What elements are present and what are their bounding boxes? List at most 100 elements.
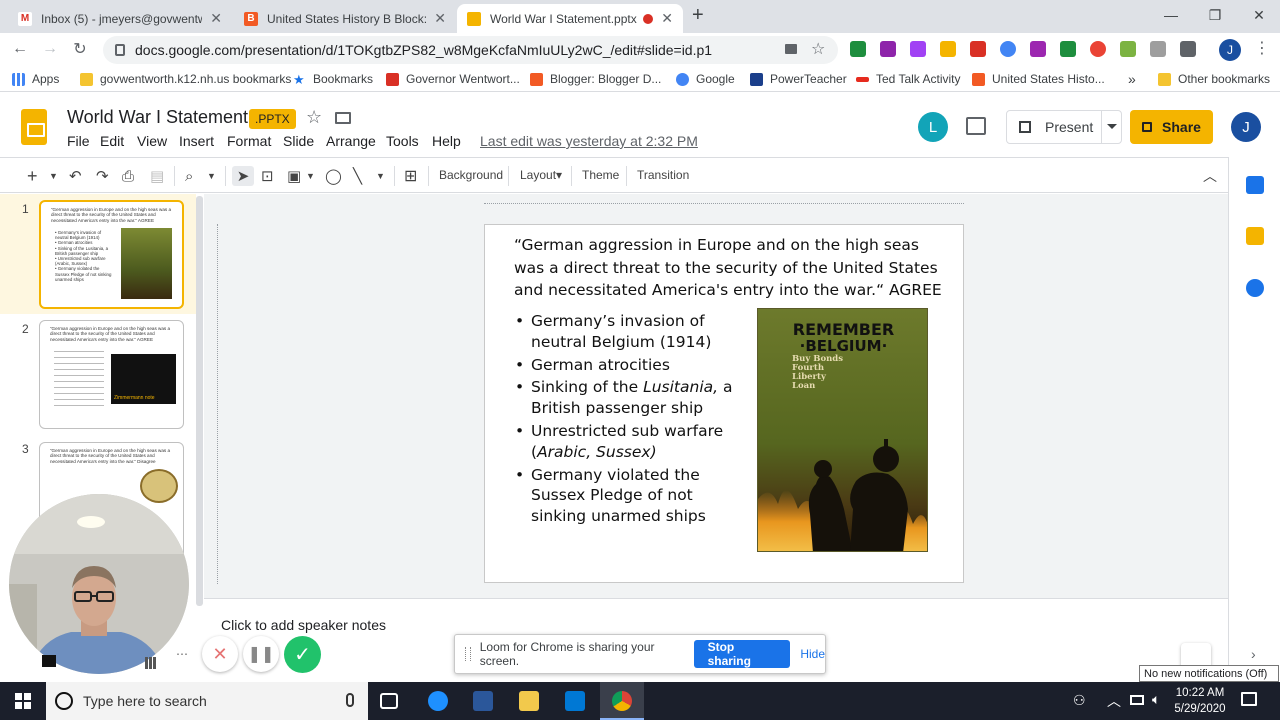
shape-icon[interactable]: ◯: [325, 166, 342, 186]
reload-icon[interactable]: ↻: [70, 39, 90, 59]
image-icon[interactable]: ▣: [287, 166, 301, 186]
microphone-icon[interactable]: [346, 693, 354, 707]
bookmarks-overflow-button[interactable]: »: [1128, 70, 1136, 88]
remember-belgium-poster[interactable]: REMEMBER ·BELGIUM· Buy Bonds Fourth Libe…: [757, 308, 928, 552]
menu-file[interactable]: File: [67, 133, 90, 149]
extension-icon[interactable]: [1000, 41, 1016, 57]
menu-format[interactable]: Format: [227, 133, 271, 149]
extension-icon[interactable]: [1030, 41, 1046, 57]
browser-menu-icon[interactable]: ⋮: [1254, 38, 1270, 58]
account-avatar[interactable]: J: [1231, 112, 1261, 142]
present-button[interactable]: Present: [1006, 110, 1122, 144]
layout-button[interactable]: Layout▾: [520, 168, 562, 182]
taskbar-clock[interactable]: 10:22 AM 5/29/2020: [1168, 685, 1232, 717]
bookmark-item[interactable]: Governor Wentwort...: [386, 70, 520, 88]
document-title[interactable]: World War I Statement: [67, 107, 248, 128]
pause-recording-icon[interactable]: ❚❚: [243, 636, 279, 672]
print-icon[interactable]: ⎙: [122, 166, 134, 186]
bookmark-item[interactable]: PowerTeacher: [750, 70, 847, 88]
extension-icon[interactable]: [880, 41, 896, 57]
text-box-icon[interactable]: ⊡: [261, 166, 274, 186]
menu-help[interactable]: Help: [432, 133, 461, 149]
menu-arrange[interactable]: Arrange: [326, 133, 376, 149]
close-tab-icon[interactable]: ✕: [210, 10, 222, 27]
menu-insert[interactable]: Insert: [179, 133, 214, 149]
chevron-down-icon[interactable]: ▼: [376, 166, 385, 186]
background-button[interactable]: Background: [439, 168, 503, 182]
loom-webcam-bubble[interactable]: [9, 494, 189, 674]
drive-extension-icon[interactable]: [850, 41, 866, 57]
select-cursor-icon[interactable]: ➤: [232, 166, 254, 186]
bookmark-item[interactable]: Blogger: Blogger D...: [530, 70, 661, 88]
slide-title-text[interactable]: “German aggression in Europe and on the …: [514, 234, 944, 302]
chevron-down-icon[interactable]: [1107, 124, 1117, 129]
zoom-icon[interactable]: ⌕: [185, 166, 193, 186]
back-arrow-icon[interactable]: ←: [10, 39, 30, 59]
bookmark-item[interactable]: Google: [676, 70, 735, 88]
task-view-icon[interactable]: [380, 693, 398, 709]
slide-thumbnail-1[interactable]: “German aggression in Europe and on the …: [39, 200, 184, 309]
camera-icon[interactable]: [785, 44, 797, 54]
file-explorer-icon[interactable]: [519, 691, 539, 711]
drag-handle-icon[interactable]: [465, 647, 471, 661]
windows-start-button[interactable]: [0, 682, 46, 720]
calendar-icon[interactable]: [1246, 176, 1264, 194]
menu-view[interactable]: View: [137, 133, 167, 149]
bookmark-folder[interactable]: govwentworth.k12.nh.us bookmarks: [80, 70, 291, 88]
forward-arrow-icon[interactable]: →: [40, 39, 60, 59]
line-icon[interactable]: ╲: [353, 166, 362, 186]
extension-icon[interactable]: [1150, 41, 1166, 57]
volume-icon[interactable]: 🔈︎: [1152, 691, 1160, 708]
mail-icon[interactable]: [565, 691, 585, 711]
menu-slide[interactable]: Slide: [283, 133, 314, 149]
last-edit-link[interactable]: Last edit was yesterday at 2:32 PM: [480, 133, 698, 149]
close-tab-icon[interactable]: ✕: [661, 10, 673, 27]
hide-banner-button[interactable]: Hide: [800, 647, 825, 661]
extension-icon[interactable]: [1120, 41, 1136, 57]
chevron-down-icon[interactable]: ▼: [49, 166, 58, 186]
close-window-button[interactable]: ✕: [1236, 0, 1280, 30]
notifications-icon[interactable]: [1241, 692, 1257, 706]
collapse-toolbar-chevron-icon[interactable]: ︿: [1203, 166, 1217, 186]
menu-tools[interactable]: Tools: [386, 133, 419, 149]
expand-panel-chevron-icon[interactable]: ›: [1251, 646, 1256, 662]
extension-icon[interactable]: [1060, 41, 1076, 57]
move-folder-icon[interactable]: [335, 112, 351, 124]
taskbar-search-box[interactable]: Type here to search: [46, 682, 368, 720]
star-icon[interactable]: ☆: [306, 107, 322, 128]
star-bookmark-icon[interactable]: ☆: [811, 39, 825, 59]
filmstrip-scrollbar[interactable]: [196, 196, 203, 606]
slide-bullet-list[interactable]: Germany’s invasion of neutral Belgium (1…: [515, 311, 735, 529]
share-button[interactable]: Share: [1130, 110, 1213, 144]
close-tab-icon[interactable]: ✕: [434, 10, 446, 27]
extension-icon[interactable]: [1090, 41, 1106, 57]
edge-browser-icon[interactable]: [428, 691, 448, 711]
tab-slides-active[interactable]: World War I Statement.pptx ✕: [457, 4, 683, 33]
more-options-icon[interactable]: ⋯: [174, 646, 190, 662]
bookmark-item[interactable]: ★ Bookmarks: [293, 70, 373, 88]
theme-button[interactable]: Theme: [582, 168, 619, 182]
camera-settings-icon[interactable]: [42, 655, 56, 667]
tab-inbox[interactable]: M Inbox (5) - jmeyers@govwentworth ✕: [8, 4, 232, 33]
show-hidden-icons-chevron-icon[interactable]: ︿: [1107, 691, 1121, 711]
maximize-button[interactable]: ❐: [1192, 0, 1238, 30]
extension-icon[interactable]: [940, 41, 956, 57]
menu-edit[interactable]: Edit: [100, 133, 124, 149]
bookmark-item[interactable]: Ted Talk Activity: [856, 70, 960, 88]
slide-thumbnail-2[interactable]: “German aggression in Europe and on the …: [39, 320, 184, 429]
cancel-recording-icon[interactable]: ✕: [202, 636, 238, 672]
grid-icon[interactable]: [145, 657, 157, 669]
profile-avatar[interactable]: J: [1219, 39, 1241, 61]
comment-history-icon[interactable]: [966, 117, 986, 135]
extension-icon[interactable]: [910, 41, 926, 57]
add-comment-icon[interactable]: ⊞: [404, 166, 417, 186]
tab-blogger[interactable]: B United States History B Block: An ✕: [234, 4, 456, 33]
speaker-notes-field[interactable]: Click to add speaker notes: [221, 617, 386, 633]
current-slide[interactable]: “German aggression in Europe and on the …: [484, 224, 964, 583]
notes-resize-handle[interactable]: [204, 598, 1228, 606]
chevron-down-icon[interactable]: ▼: [207, 166, 216, 186]
url-bar[interactable]: docs.google.com/presentation/d/1TOKgtbZP…: [103, 36, 838, 64]
other-bookmarks-folder[interactable]: Other bookmarks: [1158, 70, 1270, 88]
apps-grid-icon[interactable]: [1180, 41, 1196, 57]
people-icon[interactable]: ⚇: [1073, 692, 1086, 709]
